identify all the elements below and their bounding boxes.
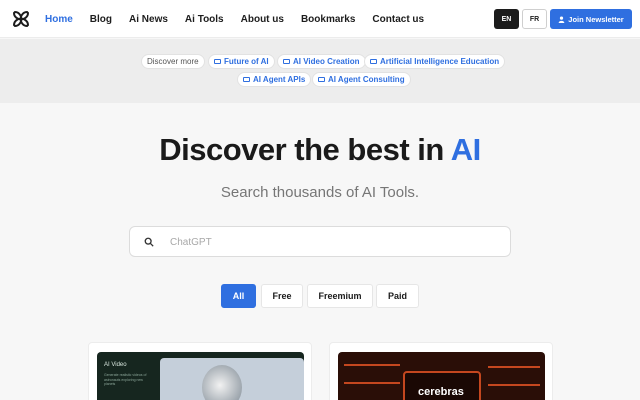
card-label: AI Video	[104, 362, 127, 368]
nav-blog[interactable]: Blog	[90, 14, 112, 25]
tool-card[interactable]: cerebras	[329, 342, 553, 400]
discover-link-ai-video-creation[interactable]: AI Video Creation	[277, 54, 366, 69]
filter-paid[interactable]: Paid	[376, 284, 419, 308]
search-box	[129, 226, 511, 257]
nav-contact-us[interactable]: Contact us	[372, 14, 424, 25]
nav-bookmarks[interactable]: Bookmarks	[301, 14, 355, 25]
filter-freemium[interactable]: Freemium	[307, 284, 373, 308]
nav-about-us[interactable]: About us	[241, 14, 284, 25]
search-icon	[144, 237, 154, 247]
tag-icon	[243, 77, 250, 82]
newsletter-label: Join Newsletter	[568, 14, 624, 24]
nav-home[interactable]: Home	[45, 14, 73, 25]
discover-link-ai-education[interactable]: Artificial Intelligence Education	[364, 54, 506, 69]
search-input[interactable]	[170, 233, 500, 251]
hero-subtitle: Search thousands of AI Tools.	[220, 184, 420, 201]
hero-title: Discover the best in AI	[159, 132, 482, 167]
filter-free[interactable]: Free	[261, 284, 303, 308]
main-nav: Home Blog Ai News Ai Tools About us Book…	[45, 0, 441, 38]
tool-card-image: AI Video Generate realistic videos of as…	[97, 352, 304, 400]
logo-icon[interactable]	[11, 9, 31, 29]
language-en-button[interactable]: EN	[494, 9, 519, 29]
language-fr-button[interactable]: FR	[522, 9, 547, 29]
card-description: Generate realistic videos of astronauts …	[104, 373, 147, 386]
tag-icon	[214, 59, 221, 64]
tool-card[interactable]: AI Video Generate realistic videos of as…	[88, 342, 312, 400]
card-brand-logo: cerebras	[418, 386, 464, 398]
discover-link-ai-agent-apis[interactable]: AI Agent APIs	[237, 72, 312, 87]
tag-icon	[370, 59, 377, 64]
discover-link-ai-agent-consulting[interactable]: AI Agent Consulting	[312, 72, 411, 87]
nav-ai-tools[interactable]: Ai Tools	[185, 14, 224, 25]
tag-icon	[318, 77, 325, 82]
nav-ai-news[interactable]: Ai News	[129, 14, 168, 25]
filter-all[interactable]: All	[221, 284, 256, 308]
tool-card-image: cerebras	[338, 352, 545, 400]
top-navbar: Home Blog Ai News Ai Tools About us Book…	[0, 0, 640, 38]
tag-icon	[283, 59, 290, 64]
user-icon	[558, 15, 565, 23]
discover-more-band: Discover more Future of AI AI Video Crea…	[0, 39, 640, 103]
discover-more-label: Discover more	[141, 54, 205, 69]
join-newsletter-button[interactable]: Join Newsletter	[550, 9, 632, 29]
hero-title-accent: AI	[450, 132, 482, 167]
discover-link-future-of-ai[interactable]: Future of AI	[208, 54, 275, 69]
